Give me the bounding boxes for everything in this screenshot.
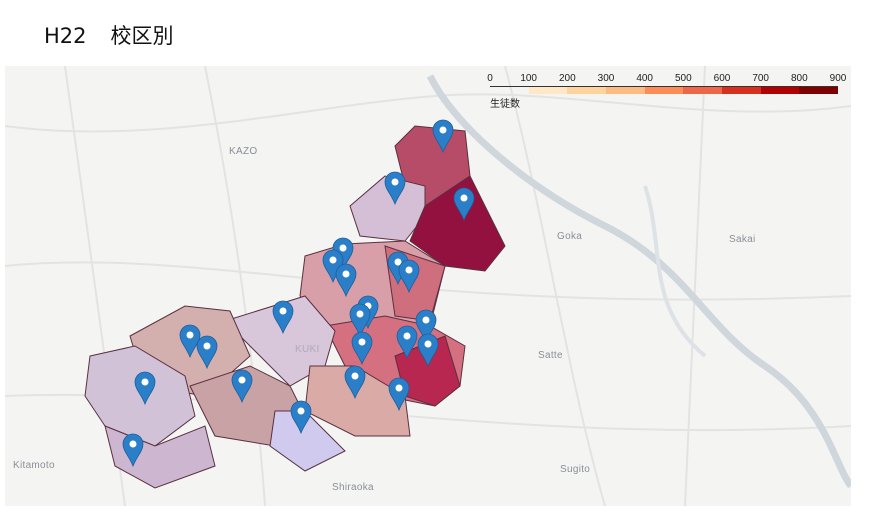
legend-tick: 700: [752, 73, 769, 84]
title-subtitle: 校区別: [110, 24, 174, 48]
town-label: Kitamoto: [13, 460, 55, 471]
town-label: Goka: [557, 231, 583, 242]
legend-swatch: [606, 87, 645, 94]
legend-tick: 0: [487, 73, 493, 84]
legend-swatch: [722, 87, 761, 94]
legend-tick: 900: [829, 73, 847, 84]
legend-swatch: [799, 87, 839, 94]
river: [426, 74, 851, 489]
legend-colorbar: [490, 86, 839, 94]
legend-title: 生徒数: [490, 99, 520, 110]
legend-tick: 100: [520, 73, 537, 84]
legend-tick: 600: [713, 73, 731, 84]
legend-swatch: [567, 87, 607, 94]
legend-swatch: [644, 87, 684, 94]
legend-tick: 500: [674, 73, 692, 84]
legend-swatch: [528, 87, 568, 94]
school-districts: [84, 125, 506, 489]
title-year: H22: [44, 24, 87, 48]
legend-tick: 200: [558, 73, 576, 84]
town-label: KAZO: [229, 146, 258, 157]
legend-tick: 800: [790, 73, 808, 84]
map[interactable]: KAZO Goka Sakai Satte Kitamoto Shiraoka …: [5, 66, 851, 506]
legend-swatch: [760, 87, 800, 94]
legend-swatch: [490, 87, 529, 94]
town-label: Shiraoka: [332, 482, 374, 493]
town-label: KUKI: [295, 344, 320, 355]
legend-tick: 400: [636, 73, 653, 84]
town-label: Sugito: [560, 464, 591, 475]
town-label: Sakai: [729, 234, 756, 245]
legend-swatch: [683, 87, 723, 94]
town-label: Satte: [538, 350, 563, 361]
page-title: H22 校区別: [44, 20, 174, 50]
legend-tick: 300: [597, 73, 615, 84]
